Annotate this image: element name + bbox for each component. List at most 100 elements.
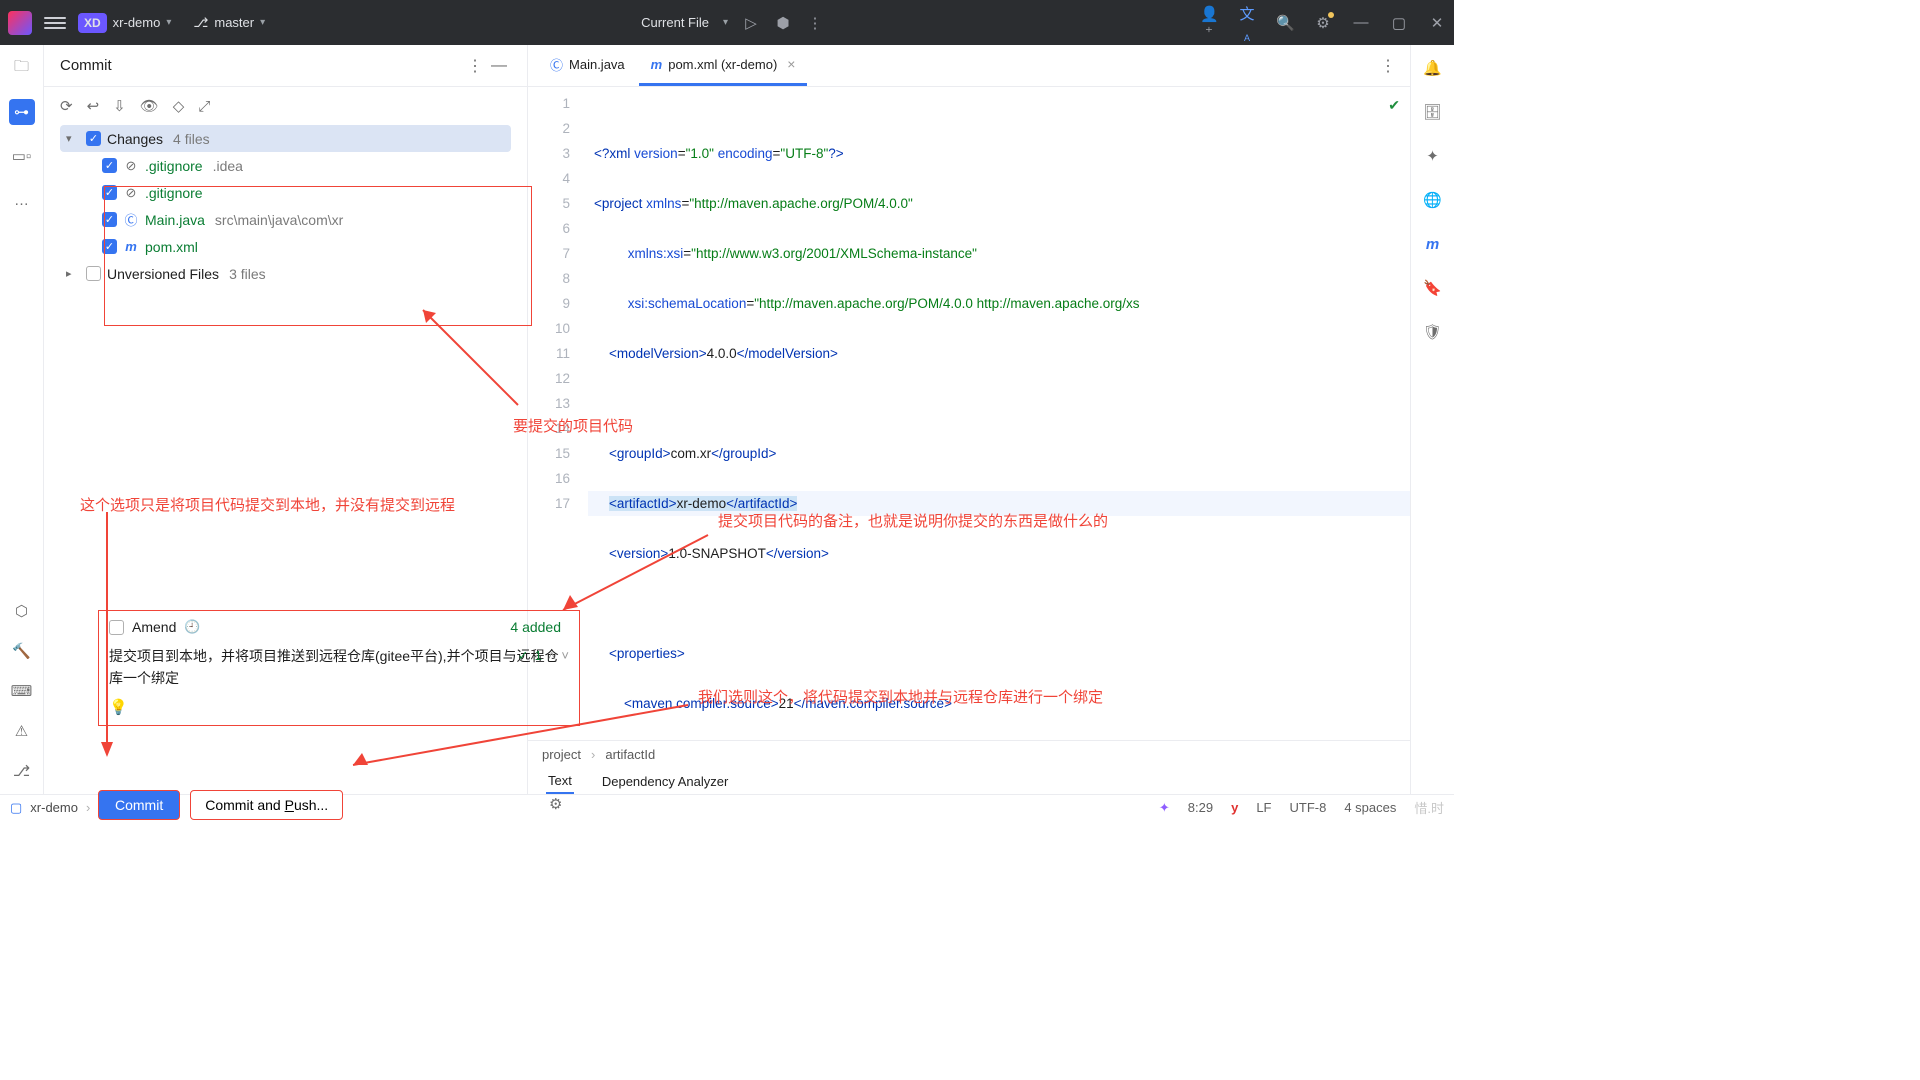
chevron-down-icon[interactable]: ▾ — [166, 17, 171, 28]
checkbox-unchecked[interactable] — [86, 266, 101, 281]
web-icon[interactable]: 🌐 — [1420, 187, 1446, 213]
commit-toolbar: ⟳ ↩ ⇩ 👁 ◇ ⤢ — [44, 87, 527, 125]
ide-logo-icon — [8, 11, 32, 35]
git-tool-icon[interactable]: ⎇ — [9, 758, 35, 784]
chevron-down-icon[interactable]: ▾ — [66, 132, 80, 145]
line-separator[interactable]: LF — [1256, 800, 1271, 815]
bookmark-icon[interactable]: 🔖 — [1420, 275, 1446, 301]
project-badge[interactable]: XD — [78, 13, 107, 33]
commit-and-push-button[interactable]: Commit and Push... — [190, 790, 343, 820]
caret-position[interactable]: 8:29 — [1188, 800, 1213, 815]
file-row[interactable]: ✓ ⊘ .gitignore .idea — [60, 152, 511, 179]
panel-minimize-icon[interactable]: — — [487, 57, 511, 75]
commit-button[interactable]: Commit — [98, 790, 180, 820]
chevron-right-icon[interactable]: ▸ — [66, 267, 80, 280]
search-icon[interactable]: 🔍 — [1276, 14, 1294, 32]
shield-icon[interactable]: 🛡 — [1420, 319, 1446, 345]
structure-tool-icon[interactable]: ▭▫ — [9, 143, 35, 169]
java-class-icon: Ⓒ — [550, 55, 563, 74]
code-editor[interactable]: 1234567891011121314151617 ✔ <?xml versio… — [528, 87, 1410, 740]
unversioned-count: 3 files — [229, 266, 266, 282]
branch-name: master — [214, 15, 254, 30]
notifications-icon[interactable]: 🔔 — [1420, 55, 1446, 81]
amend-label: Amend — [132, 619, 176, 635]
translate-icon[interactable]: 文A — [1238, 3, 1256, 43]
indent[interactable]: 4 spaces — [1344, 800, 1396, 815]
checkbox-checked[interactable]: ✓ — [102, 158, 117, 173]
right-tool-strip: 🔔 🗄 ✦ 🌐 m 🔖 🛡 — [1410, 45, 1454, 794]
left-tool-strip: 🗀 ⊶ ▭▫ … ⬡ 🔨 ⌨ ⚠ ⎇ — [0, 45, 44, 794]
panel-more-icon[interactable]: ⋮ — [463, 56, 487, 76]
maximize-icon[interactable]: ▢ — [1390, 14, 1408, 32]
git-branch[interactable]: ⎇ master ▾ — [193, 15, 265, 31]
run-config-name[interactable]: Current File — [641, 15, 709, 30]
shelf-icon[interactable]: ⇩ — [113, 97, 126, 115]
changes-node[interactable]: ▾ ✓ Changes 4 files — [60, 125, 511, 152]
project-tool-icon[interactable]: 🗀 — [9, 55, 35, 81]
commit-settings-icon[interactable]: ⚙ — [549, 795, 562, 813]
checkbox-checked[interactable]: ✓ — [102, 212, 117, 227]
hamburger-icon[interactable] — [44, 17, 66, 29]
close-tab-icon[interactable]: × — [787, 56, 795, 72]
ignore-icon: ⊘ — [123, 158, 139, 174]
group-icon[interactable]: ◇ — [173, 97, 185, 115]
expand-icon[interactable]: ⤢ — [198, 98, 210, 115]
file-row[interactable]: ✓ m pom.xml — [60, 233, 511, 260]
tab-options-icon[interactable]: ⋮ — [1380, 56, 1410, 76]
file-path: .idea — [213, 158, 243, 174]
checkbox-checked[interactable]: ✓ — [102, 185, 117, 200]
commit-panel: Commit ⋮ — ⟳ ↩ ⇩ 👁 ◇ ⤢ ▾ ✓ Changes 4 fil… — [44, 45, 528, 794]
breadcrumb[interactable]: project › artifactId — [528, 741, 1410, 767]
unversioned-label: Unversioned Files — [107, 266, 219, 282]
file-name: Main.java — [145, 212, 205, 228]
chevron-down-icon[interactable]: ▾ — [723, 17, 728, 28]
encoding[interactable]: UTF-8 — [1289, 800, 1326, 815]
project-name[interactable]: xr-demo — [113, 15, 161, 30]
more-icon[interactable]: ⋮ — [806, 14, 824, 32]
checkbox-checked[interactable]: ✓ — [102, 239, 117, 254]
breadcrumb-item[interactable]: project — [542, 747, 581, 762]
amend-checkbox[interactable] — [109, 620, 124, 635]
inspection-ok-icon[interactable]: ✔ — [1388, 93, 1400, 118]
file-row[interactable]: ✓ ⊘ .gitignore — [60, 179, 511, 206]
brand-icon[interactable]: y — [1231, 800, 1238, 815]
build-icon[interactable]: 🔨 — [9, 638, 35, 664]
checkbox-checked[interactable]: ✓ — [86, 131, 101, 146]
breadcrumb-item[interactable]: artifactId — [605, 747, 655, 762]
check-icon: ✓ — [518, 645, 529, 667]
ai-icon[interactable]: ✦ — [1420, 143, 1446, 169]
code-lines[interactable]: ✔ <?xml version="1.0" encoding="UTF-8"?>… — [588, 87, 1410, 740]
close-icon[interactable]: ✕ — [1428, 14, 1446, 32]
maven-tool-icon[interactable]: m — [1420, 231, 1446, 257]
editor-subtab-text[interactable]: Text — [546, 769, 574, 794]
bulb-icon[interactable]: 💡 — [109, 697, 128, 719]
code-with-me-icon[interactable]: 👤⁺ — [1200, 5, 1218, 41]
ai-status-icon[interactable]: ✦ — [1159, 800, 1170, 816]
file-row[interactable]: ✓ Ⓒ Main.java src\main\java\com\xr — [60, 206, 511, 233]
debug-icon[interactable]: ⬢ — [774, 14, 792, 32]
editor-tabs: Ⓒ Main.java m pom.xml (xr-demo) × ⋮ — [528, 45, 1410, 87]
history-icon[interactable]: 🕘 — [184, 619, 200, 635]
terminal-icon[interactable]: ⌨ — [9, 678, 35, 704]
file-path: src\main\java\com\xr — [215, 212, 343, 228]
commit-message-input[interactable]: 提交项目到本地，并将项目推送到远程仓库(gitee平台),并个项目与远程仓库一个… — [99, 639, 579, 725]
changes-tree: ▾ ✓ Changes 4 files ✓ ⊘ .gitignore .idea… — [44, 125, 527, 287]
refresh-icon[interactable]: ⟳ — [60, 97, 73, 115]
status-project[interactable]: xr-demo — [30, 800, 78, 815]
editor-subtab-dependency[interactable]: Dependency Analyzer — [600, 770, 730, 793]
services-icon[interactable]: ⬡ — [9, 598, 35, 624]
more-tool-icon[interactable]: … — [9, 187, 35, 213]
database-icon[interactable]: 🗄 — [1420, 99, 1446, 125]
tab-pom-xml[interactable]: m pom.xml (xr-demo) × — [639, 45, 808, 86]
unversioned-node[interactable]: ▸ Unversioned Files 3 files — [60, 260, 511, 287]
tab-label: pom.xml (xr-demo) — [668, 57, 777, 72]
run-icon[interactable]: ▷ — [742, 14, 760, 32]
problems-icon[interactable]: ⚠ — [9, 718, 35, 744]
settings-icon[interactable]: ⚙ — [1314, 14, 1332, 32]
preview-icon[interactable]: 👁 — [140, 97, 159, 115]
rollback-icon[interactable]: ↩ — [87, 97, 100, 115]
commit-tool-icon[interactable]: ⊶ — [9, 99, 35, 125]
file-name: .gitignore — [145, 185, 203, 201]
minimize-icon[interactable]: — — [1352, 14, 1370, 31]
tab-main-java[interactable]: Ⓒ Main.java — [538, 45, 637, 86]
